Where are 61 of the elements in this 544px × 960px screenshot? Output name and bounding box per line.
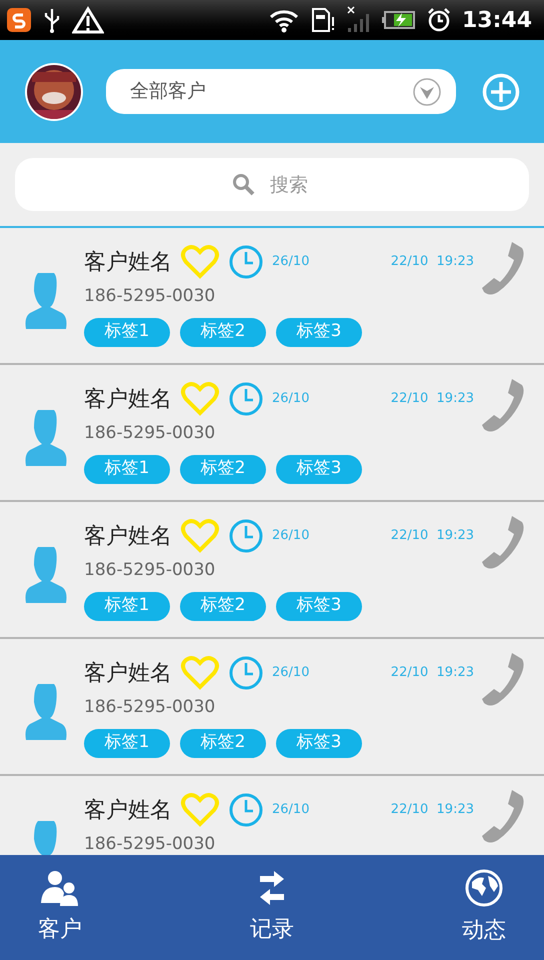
heart-icon[interactable] xyxy=(180,655,220,691)
phone-number: 186-5295-0030 xyxy=(84,422,216,445)
clock-icon[interactable] xyxy=(228,655,264,691)
phone-number: 186-5295-0030 xyxy=(84,833,216,855)
tag: 标签3 xyxy=(276,318,362,346)
reminder-date: 26/10 xyxy=(272,253,310,272)
last-contact-time: 22/10 19:23 xyxy=(390,527,474,546)
tag: 标签3 xyxy=(276,592,362,620)
chevron-down-icon xyxy=(412,76,442,106)
last-contact-time: 22/10 19:23 xyxy=(390,664,474,682)
globe-icon xyxy=(464,868,504,908)
search-icon xyxy=(232,173,256,197)
heart-icon[interactable] xyxy=(180,518,220,554)
phone-number: 186-5295-0030 xyxy=(84,285,216,308)
reminder-date: 26/10 xyxy=(272,664,310,682)
heart-icon[interactable] xyxy=(180,792,220,828)
last-contact-time: 22/10 19:23 xyxy=(390,801,474,820)
customer-name: 客户姓名 xyxy=(84,796,172,824)
tag: 标签1 xyxy=(84,728,170,758)
phone-number: 186-5295-0030 xyxy=(84,559,216,582)
last-contact-time: 22/10 19:23 xyxy=(390,253,474,272)
nav-tab[interactable]: 动态 xyxy=(454,868,514,947)
nav-tab[interactable]: 客户 xyxy=(30,869,90,946)
heart-icon[interactable] xyxy=(180,244,220,280)
clock-icon[interactable] xyxy=(228,792,264,828)
reminder-date: 26/10 xyxy=(272,527,310,546)
tag: 标签1 xyxy=(84,318,170,346)
tag: 标签3 xyxy=(276,728,362,758)
customer-name: 客户姓名 xyxy=(84,248,172,276)
customer-name: 客户姓名 xyxy=(84,386,172,414)
alarm-clock-icon xyxy=(426,7,452,33)
app-logo-icon xyxy=(6,7,32,33)
status-time: 13:44 xyxy=(462,6,533,34)
add-icon[interactable] xyxy=(482,72,520,110)
tag: 标签2 xyxy=(180,592,266,620)
tag: 标签1 xyxy=(84,454,170,484)
tag: 标签2 xyxy=(180,728,266,758)
reminder-date: 26/10 xyxy=(272,390,310,408)
clock-icon[interactable] xyxy=(228,381,264,417)
last-contact-time: 22/10 19:23 xyxy=(390,390,474,408)
phone-number: 186-5295-0030 xyxy=(84,696,216,719)
heart-icon[interactable] xyxy=(180,381,220,417)
reminder-date: 26/10 xyxy=(272,801,310,820)
people-icon xyxy=(40,869,80,907)
battery-charging-icon xyxy=(382,9,416,31)
search-field[interactable]: 搜索 xyxy=(15,158,529,211)
usb-icon xyxy=(42,7,62,33)
tag: 标签1 xyxy=(84,592,170,620)
clock-icon[interactable] xyxy=(228,244,264,280)
swap-arrows-icon xyxy=(258,869,286,907)
clock-icon[interactable] xyxy=(228,518,264,554)
tag: 标签3 xyxy=(276,454,362,484)
sim-card-icon xyxy=(310,7,336,33)
customer-filter-dropdown[interactable]: 全部客户 xyxy=(106,69,456,114)
customer-name: 客户姓名 xyxy=(84,660,172,688)
tag: 标签2 xyxy=(180,318,266,346)
customer-name: 客户姓名 xyxy=(84,522,172,550)
warning-icon xyxy=(72,6,104,34)
nav-tab[interactable]: 记录 xyxy=(242,869,302,946)
signal-icon xyxy=(346,6,372,34)
tag: 标签2 xyxy=(180,454,266,484)
